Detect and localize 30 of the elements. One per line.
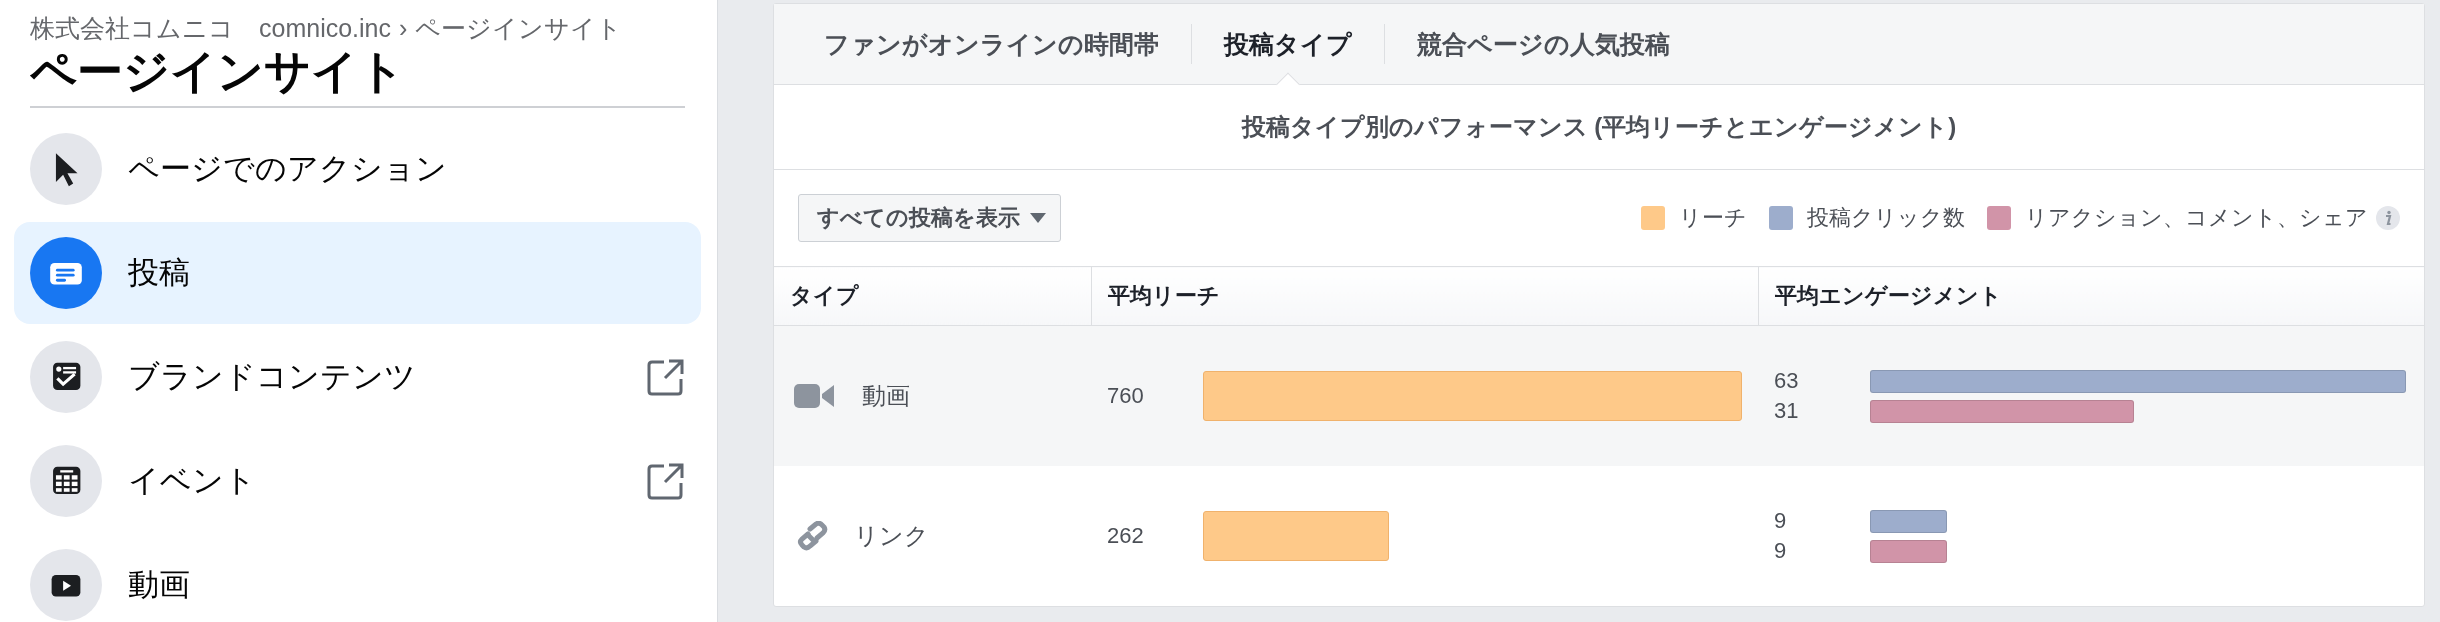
page-name[interactable]: 株式会社コムニコ comnico.inc	[30, 12, 391, 45]
video-camera-icon	[794, 382, 836, 410]
column-header: 平均リーチ	[1107, 283, 1220, 308]
page-title: ページインサイト	[29, 45, 406, 98]
sidebar-item[interactable]: ページでのアクション	[14, 117, 701, 220]
sidebar-item[interactable]: 動画	[14, 533, 701, 622]
reach-value: 262	[1107, 522, 1145, 550]
reach-value: 760	[1107, 382, 1145, 410]
legend-label: リアクション、コメント、シェア	[2025, 204, 2368, 233]
tab[interactable]: 競合ページの人気投稿	[1385, 4, 1702, 84]
legend-label: リーチ	[1679, 204, 1747, 233]
post-type: リンク	[854, 521, 929, 551]
breadcrumb-current: ページインサイト	[415, 13, 623, 44]
sidebar-item[interactable]: ブランドコンテンツ	[14, 325, 701, 428]
panel-title: 投稿タイプ別のパフォーマンス (平均リーチとエンゲージメント)	[1241, 112, 1957, 143]
column-header: タイプ	[790, 283, 859, 308]
engagement-value: 9	[1774, 507, 1788, 535]
filter-dropdown[interactable]: すべての投稿を表示	[798, 194, 1061, 243]
column-header: 平均エンゲージメント	[1774, 283, 2002, 308]
tab[interactable]: ファンがオンラインの時間帯	[792, 4, 1191, 84]
legend-label: 投稿クリック数	[1807, 204, 1965, 233]
post-type: 動画	[862, 381, 910, 411]
engagement-value: 63	[1774, 367, 1800, 395]
sidebar-item[interactable]: 投稿	[14, 221, 701, 324]
engagement-value: 31	[1774, 397, 1800, 425]
caret-icon	[1030, 213, 1046, 224]
info-icon[interactable]	[2376, 206, 2400, 231]
breadcrumb-separator: ›	[399, 14, 408, 43]
sidebar-item[interactable]: イベント	[14, 429, 701, 532]
engagement-value: 9	[1774, 537, 1788, 565]
